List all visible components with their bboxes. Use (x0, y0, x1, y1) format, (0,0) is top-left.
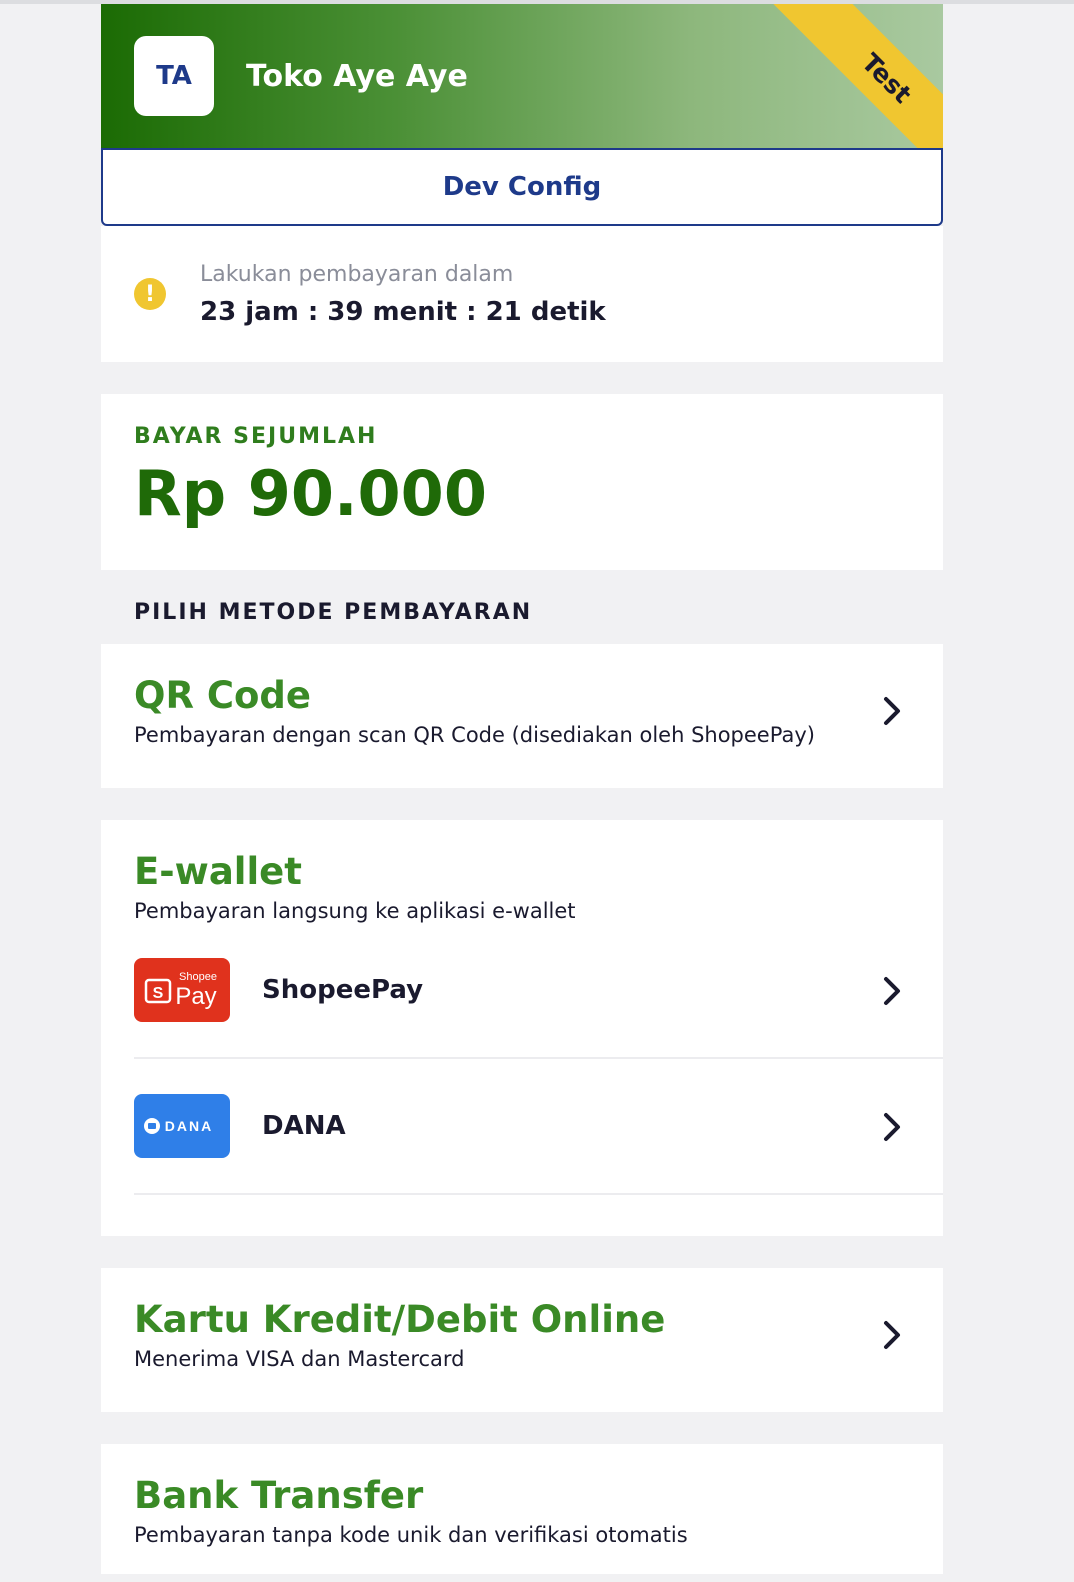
wallet-item-dana[interactable]: DANA DANA (134, 1059, 943, 1195)
wallet-item-shopeepay[interactable]: S Shopee Pay ShopeePay (134, 923, 943, 1059)
qr-code-title: QR Code (134, 674, 311, 717)
payment-method-heading: PILIH METODE PEMBAYARAN (134, 600, 533, 625)
payment-timer: ! Lakukan pembayaran dalam 23 jam : 39 m… (101, 226, 943, 362)
amount-card: BAYAR SEJUMLAH Rp 90.000 (101, 394, 943, 570)
chevron-right-icon (881, 1112, 903, 1142)
svg-text:S: S (153, 985, 164, 1002)
warning-icon: ! (134, 278, 166, 310)
wallet-name: ShopeePay (262, 975, 424, 1005)
bank-transfer-method[interactable]: Bank Transfer Pembayaran tanpa kode unik… (101, 1444, 943, 1574)
bank-transfer-desc: Pembayaran tanpa kode unik dan verifikas… (134, 1523, 688, 1547)
ewallet-title: E-wallet (134, 850, 302, 893)
merchant-avatar: TA (134, 36, 214, 116)
card-method-desc: Menerima VISA dan Mastercard (134, 1347, 465, 1371)
bank-transfer-title: Bank Transfer (134, 1474, 424, 1517)
timer-label: Lakukan pembayaran dalam (200, 261, 514, 287)
qr-code-desc: Pembayaran dengan scan QR Code (disediak… (134, 723, 815, 747)
timer-countdown: 23 jam : 39 menit : 21 detik (200, 296, 606, 327)
dev-config-button[interactable]: Dev Config (101, 148, 943, 226)
shopeepay-logo-main: Pay (175, 983, 216, 1010)
test-ribbon-label: Test (768, 4, 943, 148)
dana-logo-text: DANA (165, 1118, 213, 1134)
amount-value: Rp 90.000 (134, 457, 487, 530)
chevron-right-icon (881, 976, 903, 1006)
shopeepay-logo: S Shopee Pay (134, 958, 230, 1022)
shopeepay-logo-top: Shopee (179, 971, 217, 983)
amount-label: BAYAR SEJUMLAH (134, 424, 378, 449)
wallet-name: DANA (262, 1111, 346, 1141)
merchant-header: TA Toko Aye Aye Test (101, 4, 943, 148)
dana-logo: DANA (134, 1094, 230, 1158)
store-name: Toko Aye Aye (246, 58, 468, 94)
qr-code-method[interactable]: QR Code Pembayaran dengan scan QR Code (… (101, 644, 943, 788)
chevron-right-icon (881, 696, 903, 726)
ewallet-desc: Pembayaran langsung ke aplikasi e-wallet (134, 899, 576, 923)
ewallet-section: E-wallet Pembayaran langsung ke aplikasi… (101, 820, 943, 1236)
card-method-title: Kartu Kredit/Debit Online (134, 1298, 666, 1341)
checkout-container: TA Toko Aye Aye Test Dev Config ! Lakuka… (101, 4, 943, 1574)
test-ribbon: Test (753, 4, 943, 148)
chevron-right-icon (881, 1320, 903, 1350)
card-payment-method[interactable]: Kartu Kredit/Debit Online Menerima VISA … (101, 1268, 943, 1412)
